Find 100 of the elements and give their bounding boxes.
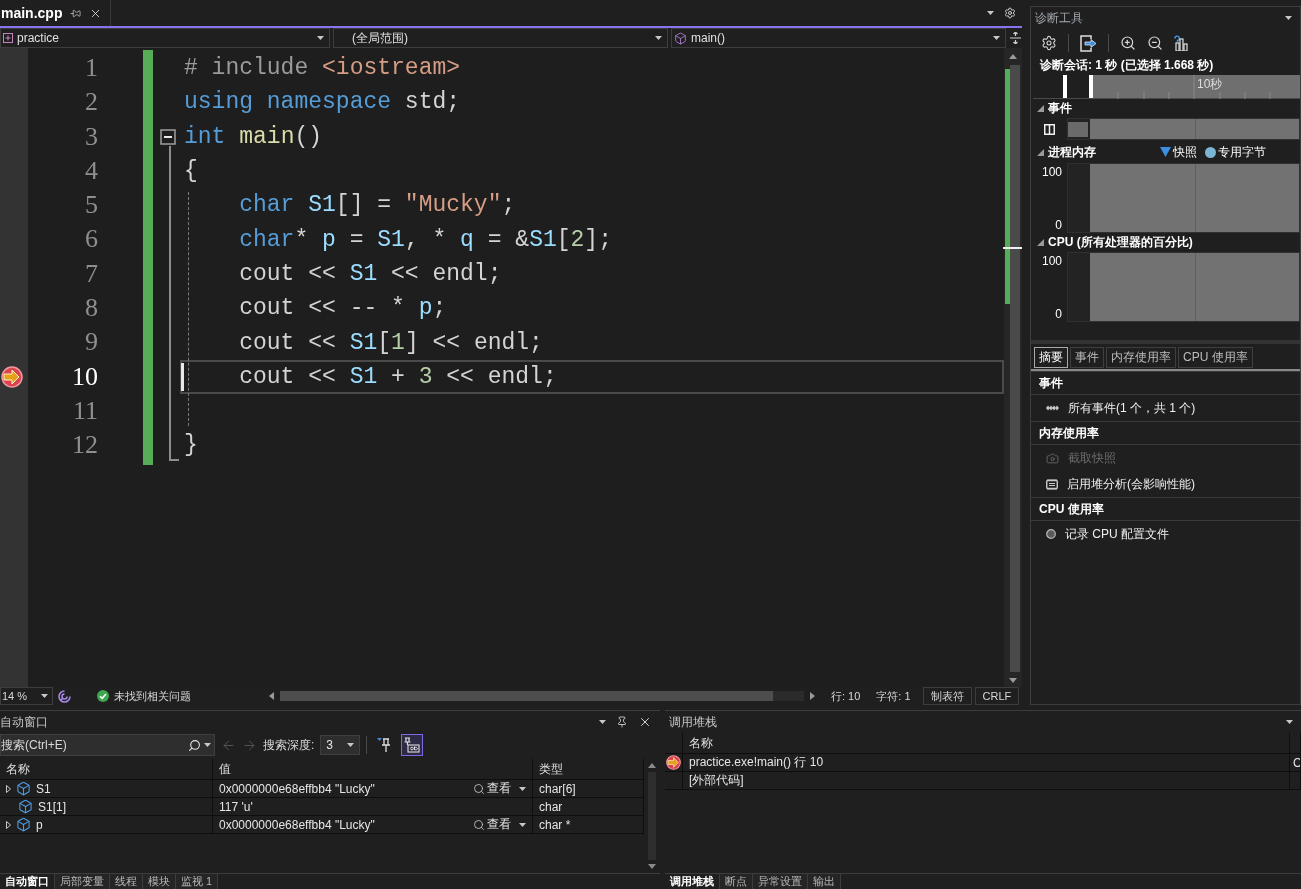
selection-marker[interactable]: [1089, 75, 1093, 98]
split-icon[interactable]: [1010, 32, 1021, 44]
ruler-label: 10秒: [1197, 76, 1223, 93]
window-menu-caret-icon[interactable]: [1286, 720, 1293, 724]
panel-tab[interactable]: 局部变量: [55, 874, 110, 889]
line-number: 7: [85, 257, 98, 290]
horizontal-scrollbar-track[interactable]: [280, 691, 804, 701]
variable-name: p: [36, 817, 43, 832]
close-icon[interactable]: [638, 715, 652, 729]
zoom-in-icon[interactable]: [1120, 35, 1136, 51]
cube-icon: [16, 781, 31, 796]
text-cursor: [181, 362, 184, 391]
settings-icon[interactable]: [1004, 7, 1016, 19]
project-dropdown[interactable]: practice: [0, 28, 330, 48]
code-line: {: [184, 157, 198, 187]
code-line: using namespace std;: [184, 88, 461, 118]
scope-dropdown[interactable]: (全局范围): [333, 28, 668, 48]
panel-tab[interactable]: 模块: [143, 874, 176, 889]
panel-tab[interactable]: 断点: [720, 874, 753, 889]
action-link[interactable]: 所有事件(1 个，共 1 个): [1031, 395, 1300, 421]
issues-status[interactable]: 未找到相关问题: [114, 688, 191, 704]
collapse-icon[interactable]: [160, 128, 176, 145]
collapse-triangle-icon[interactable]: [1037, 104, 1044, 112]
column-header[interactable]: 名称: [683, 733, 1290, 754]
legend-label: 快照: [1173, 143, 1197, 161]
tab-list-caret-icon[interactable]: [987, 11, 994, 15]
line-ending-button[interactable]: CRLF: [974, 687, 1020, 705]
expand-triangle-icon[interactable]: [6, 820, 11, 829]
scroll-left-icon[interactable]: [269, 692, 274, 700]
indentation-button[interactable]: 制表符: [922, 687, 972, 705]
summary-tab[interactable]: CPU 使用率: [1178, 347, 1253, 368]
table-cell: practice.exe!main() 行 10: [683, 754, 1290, 772]
section-header: CPU 使用率: [1031, 497, 1300, 521]
timeline-ruler[interactable]: 10秒: [1093, 75, 1300, 98]
summary-tab[interactable]: 摘要: [1034, 347, 1068, 368]
caret-down-icon[interactable]: [41, 694, 48, 698]
zoom-dropdown[interactable]: 14 %: [0, 687, 53, 705]
member-dropdown[interactable]: main(): [671, 28, 1006, 48]
panel-tab[interactable]: 监视 1: [176, 874, 219, 889]
action-link[interactable]: 启用堆分析(会影响性能): [1031, 471, 1300, 497]
document-tab[interactable]: main.cpp: [0, 0, 112, 26]
settings-icon[interactable]: [1041, 35, 1057, 51]
toggle-button[interactable]: [401, 734, 424, 756]
axis-label: 100: [1041, 165, 1062, 179]
caret-down-icon[interactable]: [317, 36, 324, 40]
expand-triangle-icon[interactable]: [6, 784, 11, 793]
swirl-icon[interactable]: [58, 689, 71, 703]
line-number: 3: [85, 120, 98, 153]
column-header[interactable]: 值: [213, 759, 533, 780]
scroll-down-icon[interactable]: [648, 864, 656, 869]
line-number: 12: [72, 429, 98, 462]
scroll-up-icon[interactable]: [1009, 54, 1017, 59]
caret-down-icon[interactable]: [655, 36, 662, 40]
scroll-right-icon[interactable]: [810, 692, 815, 700]
scroll-down-icon[interactable]: [1009, 678, 1017, 683]
line-indicator[interactable]: 行: 10: [831, 688, 861, 704]
caret-down-icon[interactable]: [993, 36, 1000, 40]
line-number: 1: [85, 52, 98, 84]
lane-title: CPU (所有处理器的百分比): [1048, 234, 1193, 251]
bar-chart-icon[interactable]: [1174, 35, 1189, 51]
column-indicator[interactable]: 字符: 1: [876, 688, 911, 704]
axis-label: 0: [1055, 218, 1062, 232]
panel-tab[interactable]: 异常设置: [753, 874, 808, 889]
view-button[interactable]: 查看: [473, 816, 526, 833]
caret-down-icon[interactable]: [347, 743, 355, 747]
export-icon[interactable]: [1080, 34, 1097, 52]
line-number: 6: [85, 223, 98, 256]
summary-tab[interactable]: 事件: [1070, 347, 1104, 368]
panel-menu-caret-icon[interactable]: [1285, 16, 1292, 20]
search-icon: [473, 782, 485, 795]
collapse-triangle-icon[interactable]: [1037, 239, 1044, 246]
code-line: char* p = S1, * q = &S1[2];: [238, 225, 612, 255]
scroll-up-icon[interactable]: [648, 763, 656, 768]
lane-title: 事件: [1048, 99, 1072, 117]
column-header[interactable]: 名称: [0, 759, 213, 780]
panel-tab[interactable]: 输出: [808, 874, 841, 889]
check-circle-icon: [97, 690, 109, 702]
depth-dropdown[interactable]: 3: [320, 735, 361, 755]
code-line: # include <iostream>: [184, 54, 461, 84]
view-button[interactable]: 查看: [473, 780, 526, 797]
window-menu-caret-icon[interactable]: [599, 720, 606, 724]
pin-icon[interactable]: [70, 7, 82, 19]
line-number: 9: [85, 326, 98, 359]
window-title: 自动窗口: [0, 713, 48, 731]
panel-tab[interactable]: 线程: [110, 874, 143, 889]
columns-icon[interactable]: [1043, 123, 1055, 135]
code-line: cout << S1 + 3 << endl;: [238, 362, 557, 392]
zoom-out-icon[interactable]: [1147, 35, 1163, 51]
summary-tab[interactable]: 内存使用率: [1106, 347, 1176, 368]
selection-marker[interactable]: [1063, 75, 1067, 98]
caret-down-icon[interactable]: [519, 822, 526, 827]
pin-icon[interactable]: [616, 716, 628, 728]
memory-chip-icon: [1046, 478, 1058, 490]
collapse-triangle-icon[interactable]: [1037, 148, 1044, 156]
action-link[interactable]: 记录 CPU 配置文件: [1031, 521, 1300, 547]
caret-down-icon[interactable]: [519, 786, 526, 791]
dot-icon: [1205, 146, 1216, 158]
code-line: cout << -- * p;: [238, 294, 447, 324]
cube-icon: [18, 799, 33, 814]
variable-name: S1: [36, 781, 51, 796]
